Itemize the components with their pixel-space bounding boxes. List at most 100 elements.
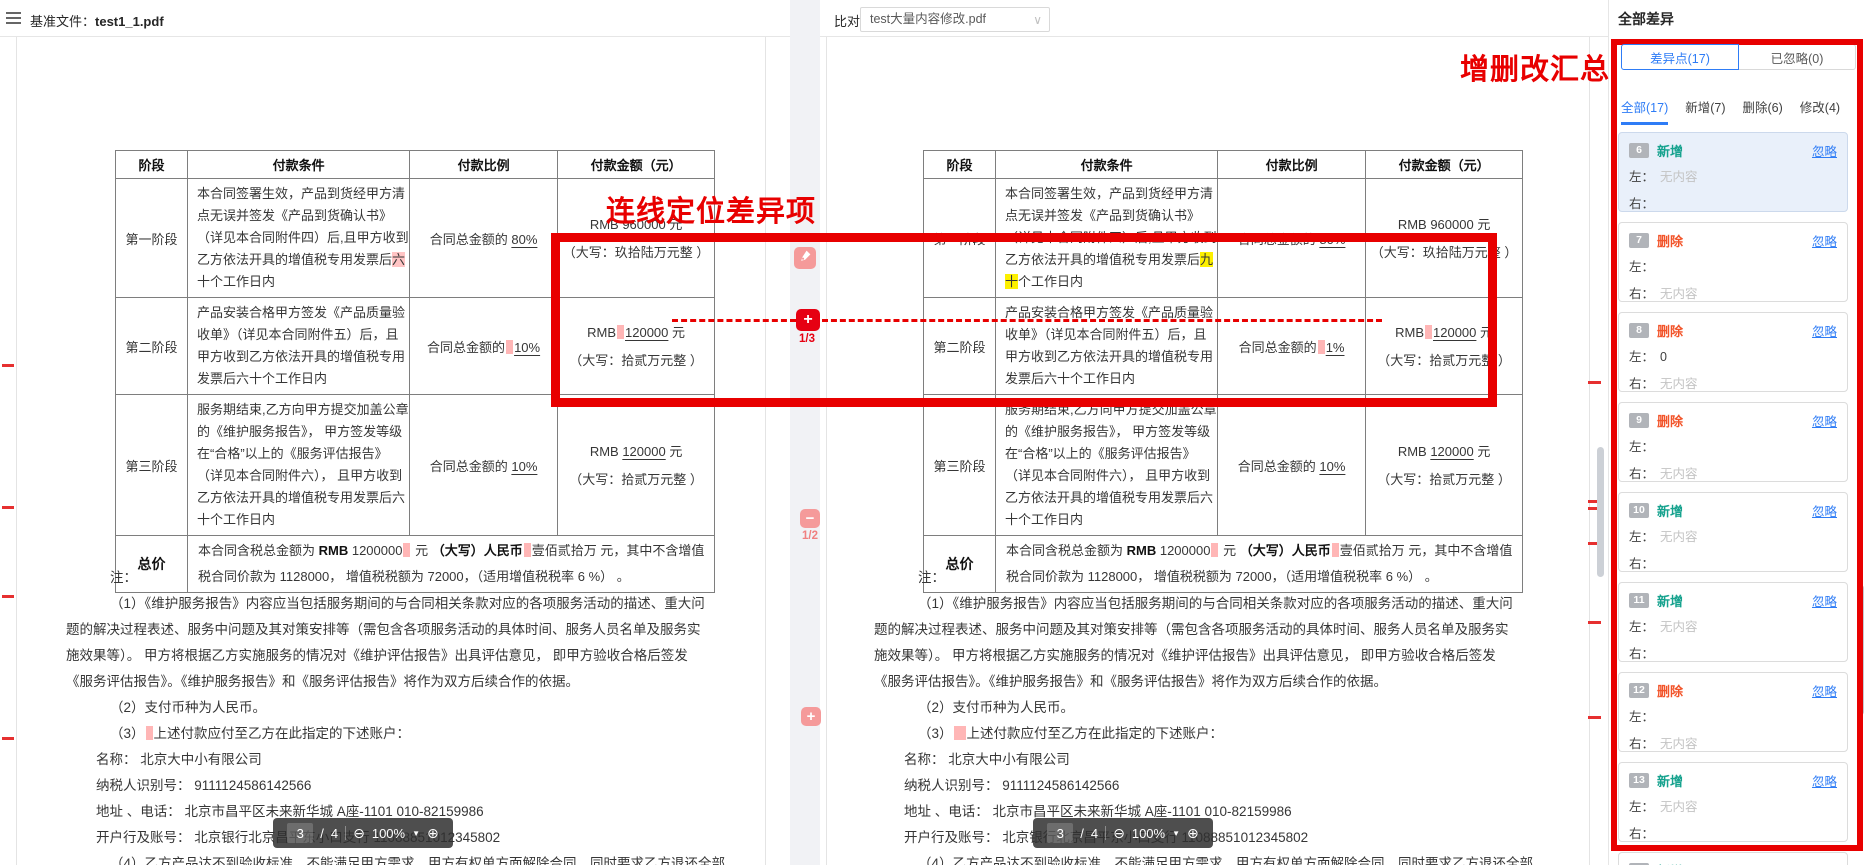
compare-file-select[interactable]: test大量内容修改.pdf ∨ [860, 7, 1050, 32]
filter-deleted[interactable]: 删除(6) [1743, 97, 1783, 125]
doc-text-segment: 元 [1219, 543, 1239, 558]
doc-text-segment: （3） [110, 726, 145, 741]
tab-ignored[interactable]: 已忽略(0) [1738, 44, 1856, 70]
zoom-in-icon[interactable]: ⊕ [1187, 826, 1199, 840]
zoom-out-icon[interactable]: ⊖ [1113, 826, 1125, 840]
note-line: （4）乙方产品达不到验收标准，不能满足甲方需求，甲方有权单方面解除合同，同时要求… [874, 851, 1614, 865]
compare-pane-scrollbar[interactable] [1597, 447, 1604, 577]
stage-cell: 第二阶段 [116, 298, 188, 395]
note-line: 名称： 北京大中小有限公司 [874, 747, 1614, 773]
diff-left-label: 左： [1629, 800, 1654, 814]
panel-scrollbar[interactable] [1858, 585, 1864, 715]
diff-right-label: 右： [1629, 287, 1654, 301]
doc-text-segment: （大写：玖拾陆万元整 ） [1371, 245, 1518, 260]
deleted-diff-nav-button[interactable]: − [800, 509, 820, 528]
table-header-cell: 阶段 [924, 151, 996, 179]
doc-text-segment: （详见本合同附件六）， 且甲方收到 [1005, 468, 1210, 483]
doc-text-segment: （1）《维护服务报告》内容应当包括服务期间的与合同相关条款对应的各项服务活动的描… [918, 596, 1513, 611]
caret-down-icon[interactable]: ▼ [412, 829, 420, 838]
diff-item[interactable]: 9删除忽略左：右：无内容 [1618, 402, 1848, 482]
doc-text-segment: 十个工作日内 [197, 512, 275, 527]
doc-text-segment: 元 [666, 444, 683, 459]
ignore-link[interactable]: 忽略 [1812, 681, 1837, 700]
diff-item-number-badge: 6 [1629, 143, 1649, 158]
table-row: 第三阶段服务期结束,乙方向甲方提交加盖公章的《维护服务报告》， 甲方签发等级在“… [116, 395, 715, 536]
diff-item[interactable]: 12删除忽略左：右：无内容 [1618, 672, 1848, 752]
filter-added[interactable]: 新增(7) [1685, 97, 1725, 125]
payment-table: 阶段付款条件付款比例付款金额（元）第一阶段本合同签署生效，产品到货经甲方清点无误… [115, 150, 715, 593]
note-line: 施效果等）。 甲方将根据乙方实施服务的情况对《维护评估报告》出具评估意见， 即甲… [874, 643, 1614, 669]
tab-diff-points[interactable]: 差异点(17) [1621, 44, 1739, 70]
ignore-link[interactable]: 忽略 [1812, 141, 1837, 160]
table-row: 第一阶段本合同签署生效，产品到货经甲方清点无误并签发《产品到货确认书》（详见本合… [924, 179, 1523, 298]
zoom-out-icon[interactable]: ⊖ [353, 826, 365, 840]
doc-text-segment [1211, 543, 1218, 557]
zoom-in-icon[interactable]: ⊕ [427, 826, 439, 840]
doc-text-segment [524, 543, 531, 557]
doc-text-segment: 注： [918, 570, 945, 585]
diff-item[interactable]: 6新增忽略左：无内容右： [1618, 132, 1848, 212]
doc-text-segment: 纳税人识别号： 9111124586142566 [96, 778, 311, 793]
modify-marker-button[interactable] [794, 247, 816, 269]
doc-text-segment: （详见本合同附件四）后,且甲方收到 [1005, 230, 1217, 245]
ignore-link[interactable]: 忽略 [1812, 501, 1837, 520]
diff-filter-bar: 全部(17) 新增(7) 删除(6) 修改(4) [1621, 97, 1840, 125]
diff-left-value: 无内容 [1660, 530, 1698, 544]
diff-item[interactable]: 14新增忽略左：无内容右： [1618, 852, 1848, 865]
pdf-compare-app: 基准文件：test1_1.pdf 比对文件： test大量内容修改.pdf ∨ … [0, 0, 1867, 865]
doc-text-segment: 《服务评估报告》。《维护服务报告》和《服务评估报告》将作为双方后续合作的依据。 [874, 674, 1387, 689]
filter-all[interactable]: 全部(17) [1621, 97, 1668, 125]
added-diff-nav-button-2[interactable]: + [801, 707, 821, 726]
doc-text-segment: （2）支付币种为人民币。 [918, 700, 1074, 715]
diff-left-value: 无内容 [1660, 620, 1698, 634]
diff-right-label: 右： [1629, 377, 1654, 391]
caret-down-icon[interactable]: ▼ [1172, 829, 1180, 838]
diff-right-row: 右：无内容 [1629, 283, 1837, 302]
payment-table: 阶段付款条件付款比例付款金额（元）第一阶段本合同签署生效，产品到货经甲方清点无误… [923, 150, 1523, 593]
diff-item[interactable]: 8删除忽略左：0右：无内容 [1618, 312, 1848, 392]
diff-left-label: 左： [1629, 440, 1654, 454]
doc-text-segment: 合同总金额的 [427, 340, 505, 355]
zoom-level[interactable]: 100% [372, 826, 405, 841]
doc-text-segment: 上述付款应付至乙方在此指定的下述账户： [967, 726, 1224, 741]
diff-left-row: 左： 无内容 [1629, 796, 1837, 815]
doc-text-segment: （大写：拾贰万元整 ） [569, 472, 703, 487]
menu-icon[interactable] [6, 12, 21, 24]
diff-left-value: 0 [1660, 350, 1667, 364]
page-number-input[interactable]: 3 [287, 823, 313, 843]
diff-item[interactable]: 7删除忽略左：右：无内容 [1618, 222, 1848, 302]
compare-pdf-toolbar: 3 / 4 ⊖ 100% ▼ ⊕ [1033, 818, 1213, 848]
added-diff-nav-button[interactable]: + [796, 309, 820, 331]
stage-cell: 第一阶段 [924, 179, 996, 298]
note-line: （3）上述付款应付至乙方在此指定的下述账户： [874, 721, 1614, 747]
ignore-link[interactable]: 忽略 [1812, 231, 1837, 250]
doc-text-segment: 《服务评估报告》。《维护服务报告》和《服务评估报告》将作为双方后续合作的依据。 [66, 674, 579, 689]
doc-text-segment: （4）乙方产品达不到验收标准，不能满足甲方需求，甲方有权单方面解除合同，同时要求… [110, 856, 725, 865]
amount-cell: RMB120000 元（大写：拾贰万元整 ） [557, 298, 715, 395]
diff-item[interactable]: 10新增忽略左：无内容右： [1618, 492, 1848, 572]
zoom-level[interactable]: 100% [1132, 826, 1165, 841]
diff-item[interactable]: 13新增忽略左：无内容右： [1618, 762, 1848, 842]
diff-right-label: 右： [1629, 827, 1654, 841]
ignore-link[interactable]: 忽略 [1812, 321, 1837, 340]
page-total: 4 [1091, 826, 1098, 841]
filter-modified[interactable]: 修改(4) [1800, 97, 1840, 125]
ignore-link[interactable]: 忽略 [1812, 411, 1837, 430]
doc-text-segment: 纳税人识别号： 9111124586142566 [904, 778, 1119, 793]
doc-text-segment: （详见本合同附件四）后,且甲方收到 [197, 230, 409, 245]
diff-left-value: 无内容 [1660, 800, 1698, 814]
page-number-input[interactable]: 3 [1047, 823, 1073, 843]
diff-item-type: 新增 [1657, 141, 1683, 160]
ignore-link[interactable]: 忽略 [1812, 861, 1837, 865]
page-total: 4 [331, 826, 338, 841]
diff-left-row: 左：0 [1629, 346, 1837, 365]
note-line: 纳税人识别号： 9111124586142566 [66, 773, 806, 799]
doc-text-segment [1318, 340, 1325, 354]
doc-text-segment: 乙方依法开具的增值税专用发票后六 [197, 490, 405, 505]
doc-text-segment: 合同总金额的 [1238, 232, 1320, 247]
diff-item[interactable]: 11新增忽略左：无内容右： [1618, 582, 1848, 662]
deleted-diff-nav-count: 1/2 [802, 530, 818, 542]
table-header-cell: 付款金额（元） [1365, 151, 1523, 179]
ignore-link[interactable]: 忽略 [1812, 771, 1837, 790]
ignore-link[interactable]: 忽略 [1812, 591, 1837, 610]
